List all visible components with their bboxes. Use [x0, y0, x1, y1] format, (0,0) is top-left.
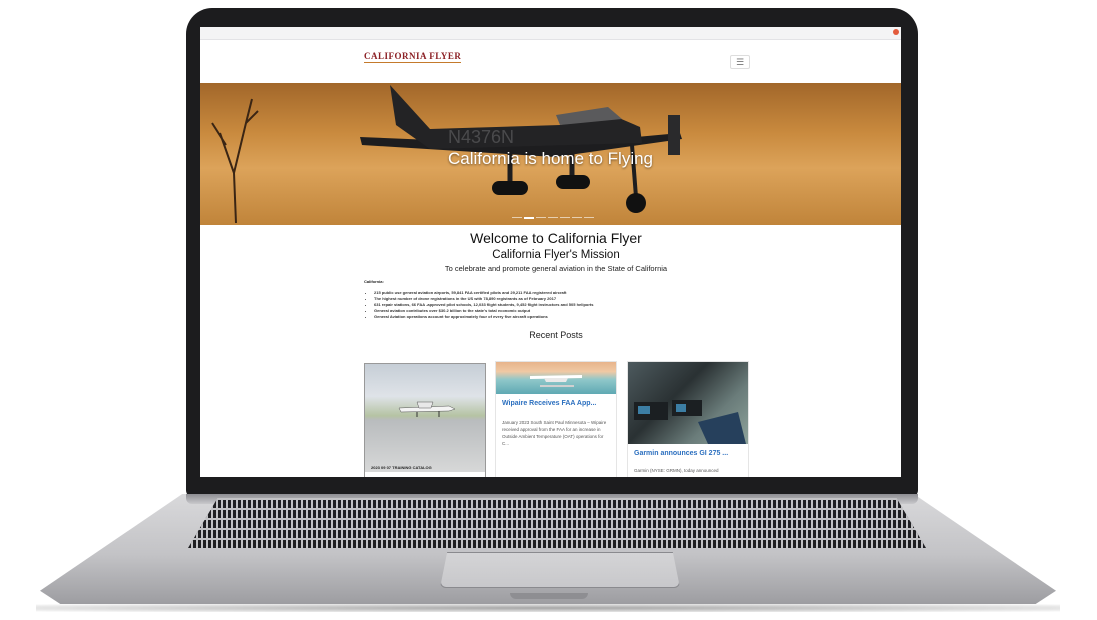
- site-logo[interactable]: CALIFORNIA FLYER: [364, 51, 462, 63]
- laptop-shadow: [36, 604, 1060, 612]
- cockpit-graphic: [634, 400, 746, 444]
- post-thumbnail[interactable]: [496, 362, 616, 394]
- post-card[interactable]: Wipaire Receives FAA App... January 2023…: [495, 361, 617, 477]
- carousel-indicator[interactable]: [536, 217, 546, 218]
- carousel-indicator-active[interactable]: [524, 217, 534, 219]
- post-thumbnail[interactable]: 2023 09 07 TRAINING CATALOG: [365, 364, 485, 472]
- main-content: Welcome to California Flyer California F…: [360, 226, 752, 340]
- post-excerpt: Garmin (NYSE: GRMN), today announced: [634, 468, 719, 473]
- post-card[interactable]: Garmin announces GI 275 ... Garmin (NYSE…: [627, 361, 749, 477]
- hamburger-menu-button[interactable]: ☰: [730, 55, 750, 69]
- site-header: CALIFORNIA FLYER ☰: [200, 40, 901, 85]
- hero-carousel[interactable]: N4376N California is home to Flying: [200, 83, 901, 225]
- post-caption: 2023 09 07 TRAINING CATALOG: [371, 465, 432, 470]
- recent-posts-heading: Recent Posts: [529, 330, 583, 340]
- hero-title: California is home to Flying: [447, 149, 654, 168]
- post-title-link[interactable]: Garmin announces GI 275 ...: [634, 450, 742, 457]
- laptop-keyboard: [188, 498, 926, 548]
- carousel-indicator[interactable]: [584, 217, 594, 218]
- facts-label: California:: [364, 279, 384, 284]
- seaplane-graphic: [530, 375, 582, 387]
- fact-item: General Aviation operations account for …: [374, 314, 752, 320]
- carousel-indicators: [512, 217, 594, 219]
- browser-indicator-icon: [893, 29, 899, 35]
- aircraft-registration: N4376N: [448, 127, 514, 147]
- laptop-screen: CALIFORNIA FLYER ☰ N4376N California is …: [200, 27, 901, 477]
- laptop-notch: [510, 593, 588, 599]
- mission-heading: California Flyer's Mission: [492, 249, 620, 261]
- laptop-trackpad: [440, 552, 680, 588]
- welcome-heading: Welcome to California Flyer: [470, 230, 642, 246]
- recent-posts-grid: 2023 09 07 TRAINING CATALOG Wipaire Rece…: [364, 361, 749, 477]
- carousel-indicator[interactable]: [512, 217, 522, 218]
- post-thumbnail[interactable]: [628, 362, 748, 444]
- mission-statement: To celebrate and promote general aviatio…: [444, 264, 668, 273]
- browser-bar: [200, 27, 901, 40]
- carousel-indicator[interactable]: [548, 217, 558, 218]
- post-title-link[interactable]: Wipaire Receives FAA App...: [502, 400, 610, 407]
- carousel-indicator[interactable]: [572, 217, 582, 218]
- post-card[interactable]: 2023 09 07 TRAINING CATALOG: [364, 363, 486, 477]
- facts-list: 215 public use general aviation airports…: [374, 290, 752, 320]
- hamburger-icon: ☰: [735, 57, 745, 67]
- carousel-indicator[interactable]: [560, 217, 570, 218]
- post-excerpt: January 2023 South Saint Paul Minnesota …: [502, 420, 607, 446]
- parked-aircraft-graphic: [398, 401, 456, 417]
